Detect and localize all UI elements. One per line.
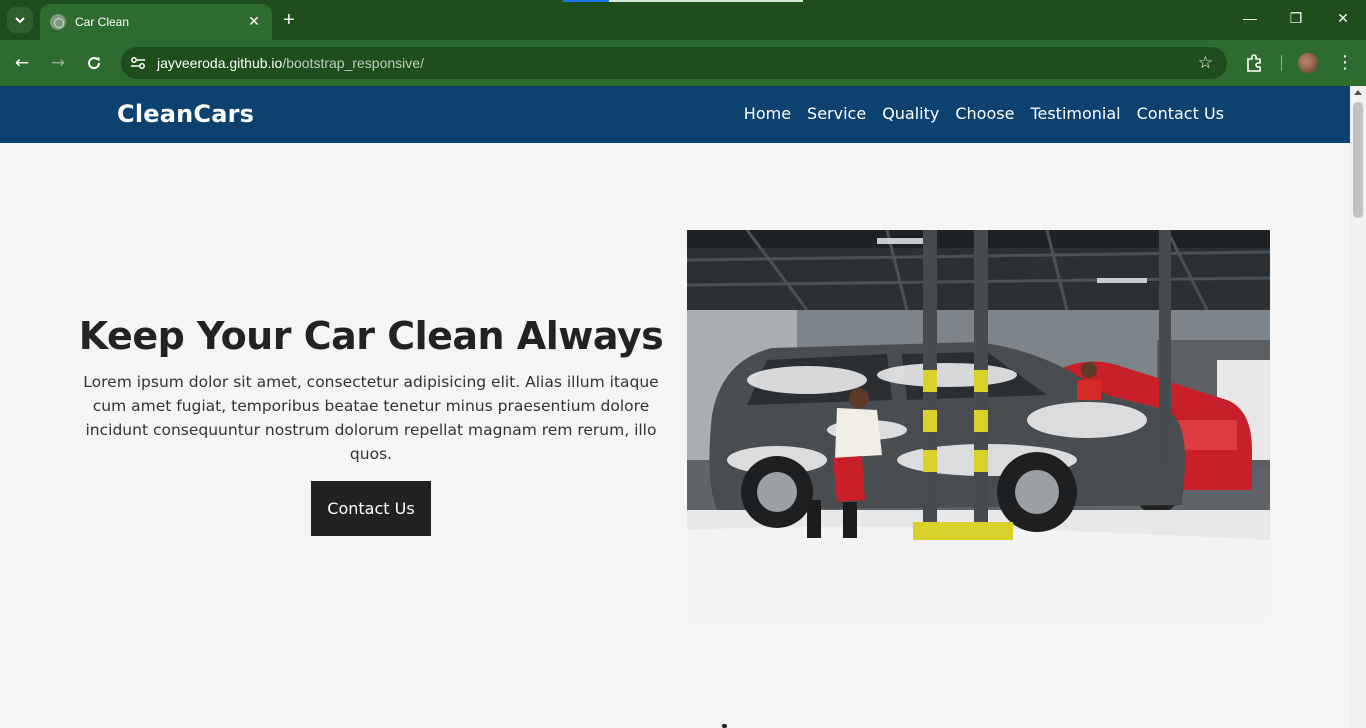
site-brand[interactable]: CleanCars xyxy=(117,100,254,128)
nav-links: Home Service Quality Choose Testimonial … xyxy=(744,104,1224,123)
nav-link-choose[interactable]: Choose xyxy=(955,104,1014,123)
toolbar-divider xyxy=(1281,55,1282,71)
close-window-button[interactable]: ✕ xyxy=(1333,10,1353,27)
back-button[interactable]: ← xyxy=(11,52,33,74)
page-scrollbar[interactable] xyxy=(1350,86,1366,728)
hero-image xyxy=(687,230,1270,620)
bookmark-star-icon[interactable]: ☆ xyxy=(1198,53,1213,73)
loading-indicator xyxy=(563,0,803,2)
nav-link-service[interactable]: Service xyxy=(807,104,866,123)
restore-button[interactable]: ❐ xyxy=(1286,10,1306,27)
scroll-up-arrow-icon[interactable] xyxy=(1354,90,1362,95)
hero-title: Keep Your Car Clean Always xyxy=(78,314,664,358)
extensions-icon[interactable] xyxy=(1243,52,1265,74)
page-viewport: CleanCars Home Service Quality Choose Te… xyxy=(0,86,1350,728)
nav-link-testimonial[interactable]: Testimonial xyxy=(1030,104,1120,123)
browser-toolbar: ← → jayveeroda.github.io/bootstrap_respo… xyxy=(0,40,1366,86)
site-navbar: CleanCars Home Service Quality Choose Te… xyxy=(0,86,1350,143)
close-tab-icon[interactable]: ✕ xyxy=(246,14,262,30)
url-host: jayveeroda.github.io xyxy=(157,55,283,71)
forward-button[interactable]: → xyxy=(47,52,69,74)
nav-link-home[interactable]: Home xyxy=(744,104,791,123)
profile-avatar[interactable] xyxy=(1298,53,1318,73)
new-tab-button[interactable]: + xyxy=(283,9,295,31)
nav-link-quality[interactable]: Quality xyxy=(882,104,939,123)
reload-button[interactable] xyxy=(83,52,105,74)
url-text: jayveeroda.github.io/bootstrap_responsiv… xyxy=(157,55,424,71)
tab-search-button[interactable] xyxy=(7,7,33,33)
browser-tab[interactable]: Car Clean ✕ xyxy=(40,4,272,40)
reload-icon xyxy=(88,57,101,70)
site-info-icon[interactable] xyxy=(129,54,147,72)
address-bar[interactable]: jayveeroda.github.io/bootstrap_responsiv… xyxy=(121,47,1227,79)
hero-description: Lorem ipsum dolor sit amet, consectetur … xyxy=(83,373,659,463)
contact-us-button[interactable]: Contact Us xyxy=(311,481,431,536)
url-path: /bootstrap_responsive/ xyxy=(282,55,424,71)
minimize-button[interactable]: — xyxy=(1240,10,1260,26)
chevron-down-icon xyxy=(15,17,25,24)
scrollbar-thumb[interactable] xyxy=(1353,102,1363,218)
browser-menu-icon[interactable]: ⋮ xyxy=(1336,52,1354,74)
nav-link-contact[interactable]: Contact Us xyxy=(1137,104,1224,123)
page-fragment xyxy=(722,724,727,728)
car-wash-photo xyxy=(687,230,1270,620)
tab-title: Car Clean xyxy=(75,15,130,29)
globe-icon xyxy=(50,14,66,30)
tab-strip: Car Clean ✕ + — ❐ ✕ xyxy=(0,0,1366,40)
